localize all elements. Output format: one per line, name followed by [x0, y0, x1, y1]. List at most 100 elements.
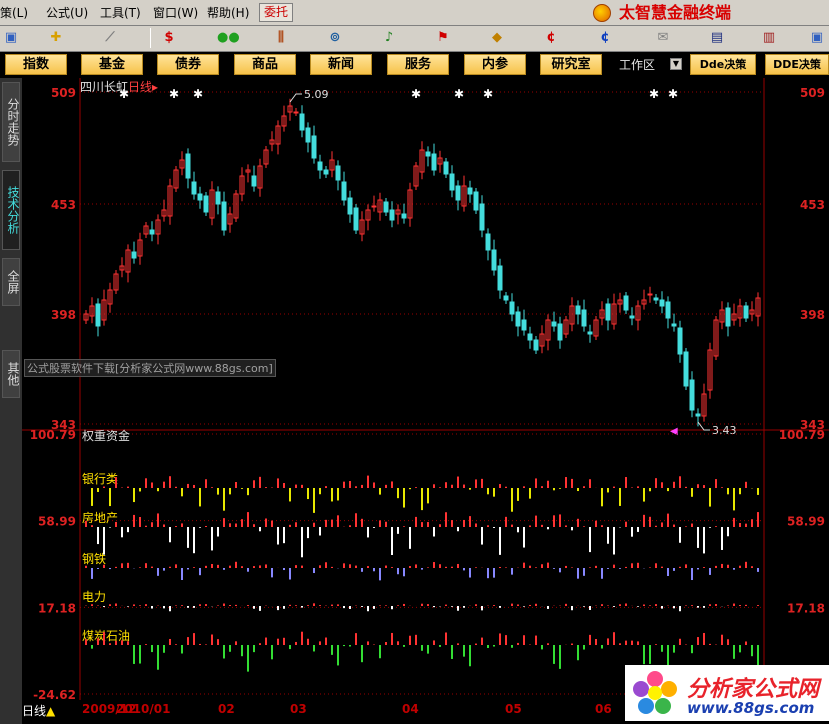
candle-body — [551, 321, 557, 327]
candle-body — [497, 265, 503, 291]
chevron-down-icon[interactable]: ▼ — [670, 58, 682, 70]
period-switch-label: 日线 — [22, 704, 47, 718]
candle-body — [527, 333, 533, 341]
tab-fullscreen[interactable]: 全屏 — [2, 258, 20, 306]
indicator-label-left: 17.18 — [38, 601, 76, 615]
signal-star-icon: ✱ — [193, 87, 203, 101]
candle-body — [473, 191, 479, 211]
entrust-button[interactable]: 委托 — [259, 3, 293, 22]
candle-body — [659, 299, 665, 307]
diamond-icon[interactable]: ◆ — [486, 28, 508, 48]
menu-tools[interactable]: 工具(T) — [100, 4, 141, 22]
traffic-light-icon[interactable]: ●● — [217, 28, 240, 48]
candle-body — [605, 303, 611, 321]
candle-body — [653, 297, 659, 301]
candle-body — [515, 311, 521, 327]
nav-insider-button[interactable]: 内参 — [464, 54, 526, 75]
tab-other[interactable]: 其他 — [2, 350, 20, 398]
price-label-left: 398 — [51, 308, 76, 322]
toolbar: ▣ ✚ ⟋ $ ●● ⫼ ⊚ ♪ ⚑ ◆ ¢ ¢ ✉ ▤ ▥ ▣ — [0, 26, 829, 52]
kline-chart[interactable]: 509 509453 453398 398343 3435.093.43◀✱ ✱ ✱ ✱ ✱ ✱ ✱… — [22, 78, 829, 700]
envelope-icon[interactable]: ✉ — [652, 28, 674, 48]
nav-commodity-button[interactable]: 商品 — [234, 54, 296, 75]
candle-body — [491, 249, 497, 271]
candle-body — [689, 379, 695, 411]
app-window: 策(L) 公式(U) 工具(T) 窗口(W) 帮助(H) 委托 太智慧金融终端 … — [0, 0, 829, 724]
dde-decision-button-2[interactable]: DDE决策 — [765, 54, 829, 75]
dde-decision-button[interactable]: Dde决策 — [690, 54, 756, 75]
candle-body — [305, 127, 311, 143]
series-label: 电力 — [82, 590, 106, 604]
nav-bar: 指数 基金 债券 商品 新闻 服务 内参 研究室 工作区 ▼ Dde决策 DDE… — [0, 52, 829, 78]
stock-name: 四川长虹 — [80, 80, 129, 94]
menu-bar: 策(L) 公式(U) 工具(T) 窗口(W) 帮助(H) 委托 太智慧金融终端 — [0, 0, 829, 26]
indicator-label-right: 58.99 — [787, 515, 825, 529]
nav-bond-button[interactable]: 债券 — [157, 54, 219, 75]
nav-fund-button[interactable]: 基金 — [81, 54, 143, 75]
menu-window[interactable]: 窗口(W) — [153, 4, 198, 22]
candle-body — [341, 181, 347, 201]
candle-body — [581, 309, 587, 327]
low-price-label: 3.43 — [712, 424, 737, 437]
toolbar-separator — [150, 28, 151, 48]
low-pointer-icon: ◀ — [670, 426, 678, 437]
candle-body — [521, 319, 527, 331]
period-label: 日线 — [128, 80, 153, 94]
indicator-label-left: 58.99 — [38, 515, 76, 529]
candle-body — [197, 193, 203, 201]
binoculars-icon[interactable]: ⊚ — [324, 28, 346, 48]
signal-star-icon: ✱ — [454, 87, 464, 101]
candle-body — [695, 413, 701, 417]
menu-formula[interactable]: 公式(U) — [46, 4, 88, 22]
blue-coin-icon[interactable]: ¢ — [594, 28, 616, 48]
indicator-label-left: 100.79 — [30, 428, 76, 442]
bars-icon[interactable]: ⫼ — [270, 28, 292, 48]
candle-body — [335, 165, 341, 181]
xtick-06: 06 — [595, 702, 612, 716]
menu-strategy[interactable]: 策(L) — [0, 4, 28, 22]
candle-body — [215, 191, 221, 205]
panel-icon[interactable]: ▣ — [0, 28, 22, 48]
red-coin-icon[interactable]: ¢ — [540, 28, 562, 48]
series-label: 房地产 — [82, 510, 118, 525]
candle-body — [371, 205, 377, 208]
candle-body — [323, 169, 329, 175]
triangle-up-icon[interactable]: ▲ — [46, 704, 55, 718]
plus-icon[interactable]: ✚ — [45, 28, 67, 48]
tab-technical[interactable]: 技术分析 — [2, 170, 20, 250]
stock-title: 四川长虹日线▸ — [80, 78, 158, 95]
price-label-left: 509 — [51, 86, 76, 100]
dollar-icon[interactable]: $ — [158, 28, 180, 48]
nav-index-button[interactable]: 指数 — [5, 54, 67, 75]
site-logo: 分析家公式网 www.88gs.com — [625, 665, 829, 721]
nav-news-button[interactable]: 新闻 — [310, 54, 372, 75]
series-label: 钢铁 — [82, 552, 106, 566]
nav-research-button[interactable]: 研究室 — [540, 54, 602, 75]
price-label-right: 398 — [800, 308, 825, 322]
signal-star-icon: ✱ — [411, 87, 421, 101]
candle-body — [509, 301, 515, 315]
candle-body — [425, 151, 431, 157]
triangle-icon[interactable]: ▸ — [152, 80, 158, 94]
sidebar: 分时走势 技术分析 全屏 其他 — [0, 78, 22, 724]
period-switch[interactable]: 日线▲ — [22, 702, 55, 719]
candle-body — [317, 161, 323, 171]
bell-icon[interactable]: ♪ — [378, 28, 400, 48]
menu-help[interactable]: 帮助(H) — [207, 4, 249, 22]
candle-body — [221, 201, 227, 231]
flower-logo-icon — [633, 671, 677, 714]
signal-star-icon: ✱ — [169, 87, 179, 101]
ruler-icon[interactable]: ⟋ — [99, 28, 121, 48]
flag-icon[interactable]: ⚑ — [432, 28, 454, 48]
brand-text: 太智慧金融终端 — [619, 3, 732, 22]
nav-service-button[interactable]: 服务 — [387, 54, 449, 75]
books-icon[interactable]: ▥ — [758, 28, 780, 48]
tab-intraday[interactable]: 分时走势 — [2, 82, 20, 162]
candle-body — [557, 323, 563, 341]
candle-body — [647, 293, 653, 296]
signal-star-icon: ✱ — [483, 87, 493, 101]
more-icon[interactable]: ▣ — [806, 28, 828, 48]
candle-body — [95, 303, 101, 327]
window-icon[interactable]: ▤ — [706, 28, 728, 48]
xtick-04: 04 — [402, 702, 419, 716]
